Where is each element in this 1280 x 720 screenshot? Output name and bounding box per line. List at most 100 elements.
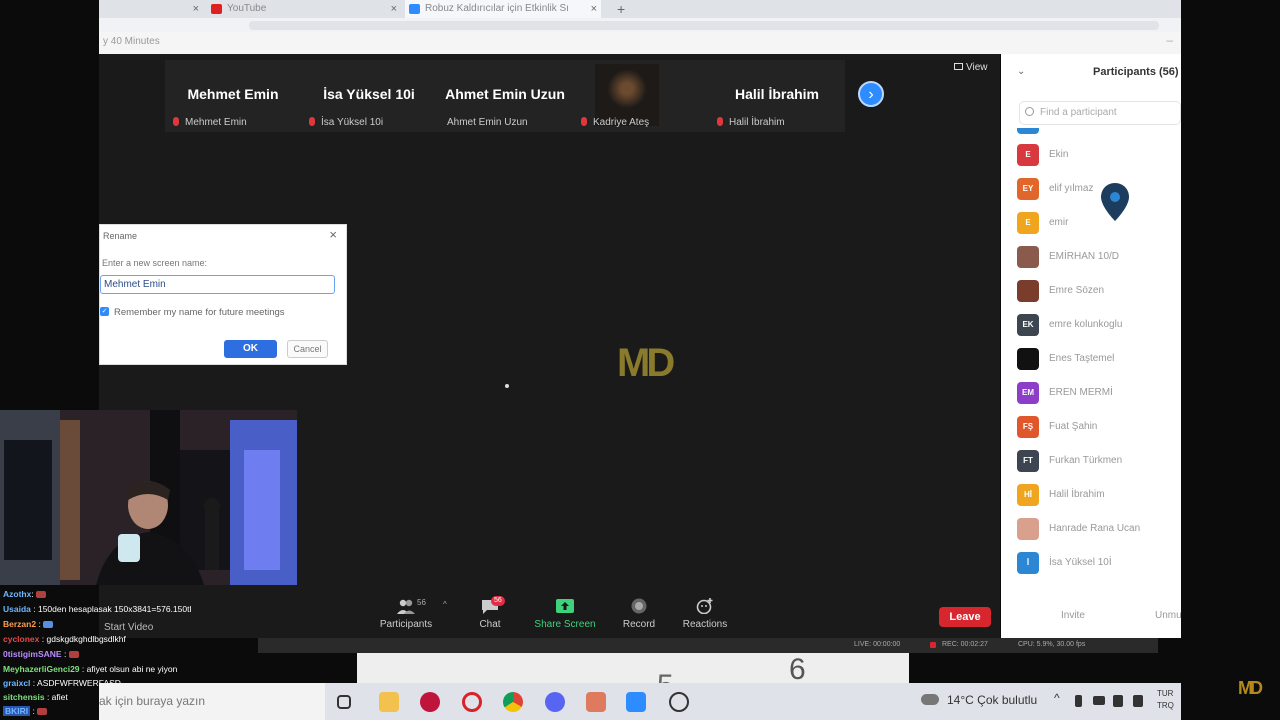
- rename-dialog: Rename × Enter a new screen name: ✓ Reme…: [99, 224, 347, 365]
- browser-tab-event[interactable]: Robuz Kaldırıcılar için Etkinlik Sı ×: [405, 0, 601, 18]
- mic-muted-icon: [581, 117, 587, 126]
- address-bar: [99, 18, 1181, 32]
- weather-cloud-icon: [921, 694, 939, 705]
- tab-label: YouTube: [227, 3, 267, 14]
- video-tile[interactable]: İsa Yüksel 10i İsa Yüksel 10i: [301, 60, 437, 132]
- participant-name: Emre Sözen: [1049, 285, 1105, 296]
- speaker-icon[interactable]: [1133, 695, 1143, 707]
- task-view-icon[interactable]: [337, 695, 351, 709]
- microphone-icon[interactable]: [1075, 695, 1082, 707]
- participant-row[interactable]: EMİRHAN 10/D: [1017, 246, 1181, 270]
- chat-message: 0tistigimSANE :: [3, 649, 79, 659]
- invite-button[interactable]: Invite: [1061, 610, 1085, 621]
- screen-name-input[interactable]: [100, 275, 335, 294]
- browser-tab[interactable]: ×: [99, 0, 203, 18]
- chrome-icon[interactable]: [503, 692, 523, 712]
- participant-row[interactable]: EM EREN MERMİ: [1017, 382, 1181, 406]
- input-language[interactable]: TUR TRQ: [1157, 688, 1174, 712]
- discord-icon[interactable]: [545, 692, 565, 712]
- reactions-label: Reactions: [682, 619, 728, 630]
- zoom-taskbar-icon[interactable]: [626, 692, 646, 712]
- rec-indicator-icon: [930, 642, 936, 648]
- minimize-icon[interactable]: –: [1166, 33, 1173, 47]
- participant-name: Hanrade Rana Ucan: [1049, 523, 1141, 534]
- chat-emote-icon: [36, 591, 47, 598]
- participant-name: Enes Taştemel: [1049, 353, 1115, 364]
- opera-icon[interactable]: [462, 692, 482, 712]
- stream-status-bar: LIVE: 00:00:00 REC: 00:02:27 CPU: 5.9%, …: [258, 638, 1158, 653]
- participant-avatar: FT: [1017, 450, 1039, 472]
- reactions-button[interactable]: Reactions: [681, 598, 729, 630]
- participants-icon: [397, 599, 415, 614]
- remember-name-checkbox[interactable]: ✓: [100, 307, 109, 316]
- chat-message: Azothx:: [3, 589, 47, 599]
- mic-muted-icon: [717, 117, 723, 126]
- participant-avatar: [1017, 280, 1039, 302]
- taskbar-search-input[interactable]: ak için buraya yazın: [99, 683, 325, 720]
- view-button[interactable]: View: [954, 62, 988, 73]
- rec-timer: REC: 00:02:27: [942, 641, 988, 648]
- participants-button[interactable]: Participants 56: [375, 598, 437, 630]
- participant-row[interactable]: Eemir: [1017, 212, 1181, 236]
- participants-panel: ⌄ Participants (56) Find a participant E…: [1001, 54, 1181, 638]
- location-pin-icon: [1101, 183, 1129, 221]
- zoom-title-bar: y 40 Minutes –: [99, 32, 1181, 54]
- chat-button[interactable]: 56 Chat: [477, 596, 505, 630]
- record-button[interactable]: Record: [619, 598, 659, 630]
- share-screen-button[interactable]: Share Screen: [531, 598, 599, 630]
- unmute-button[interactable]: Unmu: [1155, 610, 1181, 621]
- participants-chevron-icon[interactable]: ^: [443, 600, 447, 609]
- ok-button[interactable]: OK: [224, 340, 277, 358]
- cancel-button[interactable]: Cancel: [287, 340, 328, 358]
- channel-logo: MD: [617, 341, 675, 385]
- next-page-arrow-icon[interactable]: ›: [858, 81, 884, 107]
- opera-gx-icon[interactable]: [420, 692, 440, 712]
- channel-watermark: MD: [1238, 678, 1263, 698]
- new-tab-button[interactable]: +: [617, 0, 625, 18]
- close-tab-icon[interactable]: ×: [591, 0, 597, 18]
- participant-row[interactable]: E Ekin: [1017, 144, 1181, 168]
- video-tile[interactable]: Kadriye Ateş: [573, 60, 709, 132]
- obs-icon[interactable]: [669, 692, 689, 712]
- cpu-readout: CPU: 5.9%, 30.00 fps: [1018, 641, 1086, 648]
- participant-avatar: [1017, 518, 1039, 540]
- participant-name: Ekin: [1049, 149, 1069, 160]
- file-explorer-icon[interactable]: [379, 692, 399, 712]
- participant-name: elif yılmaz: [1049, 183, 1094, 194]
- participant-row[interactable]: Emre Sözen: [1017, 280, 1181, 304]
- participant-row[interactable]: Hanrade Rana Ucan: [1017, 518, 1181, 542]
- weather-text[interactable]: 14°C Çok bulutlu: [947, 693, 1037, 707]
- participant-row[interactable]: Enes Taştemel: [1017, 348, 1181, 372]
- close-tab-icon[interactable]: ×: [391, 0, 397, 18]
- participant-row[interactable]: EY elif yılmaz: [1017, 178, 1181, 202]
- network-icon[interactable]: [1113, 695, 1123, 707]
- panel-title: Participants (56): [1093, 66, 1179, 78]
- tray-chevron-icon[interactable]: ^: [1054, 691, 1060, 705]
- participant-row[interactable]: EK emre kolunkoglu: [1017, 314, 1181, 338]
- youtube-icon: [211, 4, 222, 14]
- participant-row[interactable]: FT Furkan Türkmen: [1017, 450, 1181, 474]
- participant-avatar: EK: [1017, 314, 1039, 336]
- chat-message: BKIRI :: [3, 706, 48, 716]
- video-tile[interactable]: Mehmet Emin Mehmet Emin: [165, 60, 301, 132]
- remember-name-label: Remember my name for future meetings: [114, 307, 285, 318]
- background-page: 6 5: [357, 653, 909, 702]
- leave-button[interactable]: Leave: [939, 607, 991, 627]
- battery-icon[interactable]: [1093, 696, 1105, 705]
- browser-tab-youtube[interactable]: YouTube ×: [207, 0, 401, 18]
- close-icon[interactable]: ×: [329, 227, 337, 242]
- video-tile[interactable]: Halil İbrahim Halil İbrahim: [709, 60, 845, 132]
- close-tab-icon[interactable]: ×: [193, 0, 199, 18]
- app-grid-icon[interactable]: [586, 692, 606, 712]
- video-tile[interactable]: Ahmet Emin Uzun Ahmet Emin Uzun: [437, 60, 573, 132]
- participant-search-input[interactable]: Find a participant: [1019, 101, 1181, 125]
- chat-message: sitchensis : afiet: [3, 692, 68, 702]
- reactions-icon: [696, 598, 713, 614]
- participant-row[interactable]: Hİ Halil İbrahim: [1017, 484, 1181, 508]
- participant-row[interactable]: İ İsa Yüksel 10İ: [1017, 552, 1181, 576]
- participant-row[interactable]: FŞ Fuat Şahin: [1017, 416, 1181, 440]
- window-title: y 40 Minutes: [103, 36, 160, 47]
- address-field[interactable]: [249, 21, 1159, 30]
- dialog-title: Rename: [103, 231, 138, 241]
- collapse-panel-icon[interactable]: ⌄: [1017, 66, 1025, 77]
